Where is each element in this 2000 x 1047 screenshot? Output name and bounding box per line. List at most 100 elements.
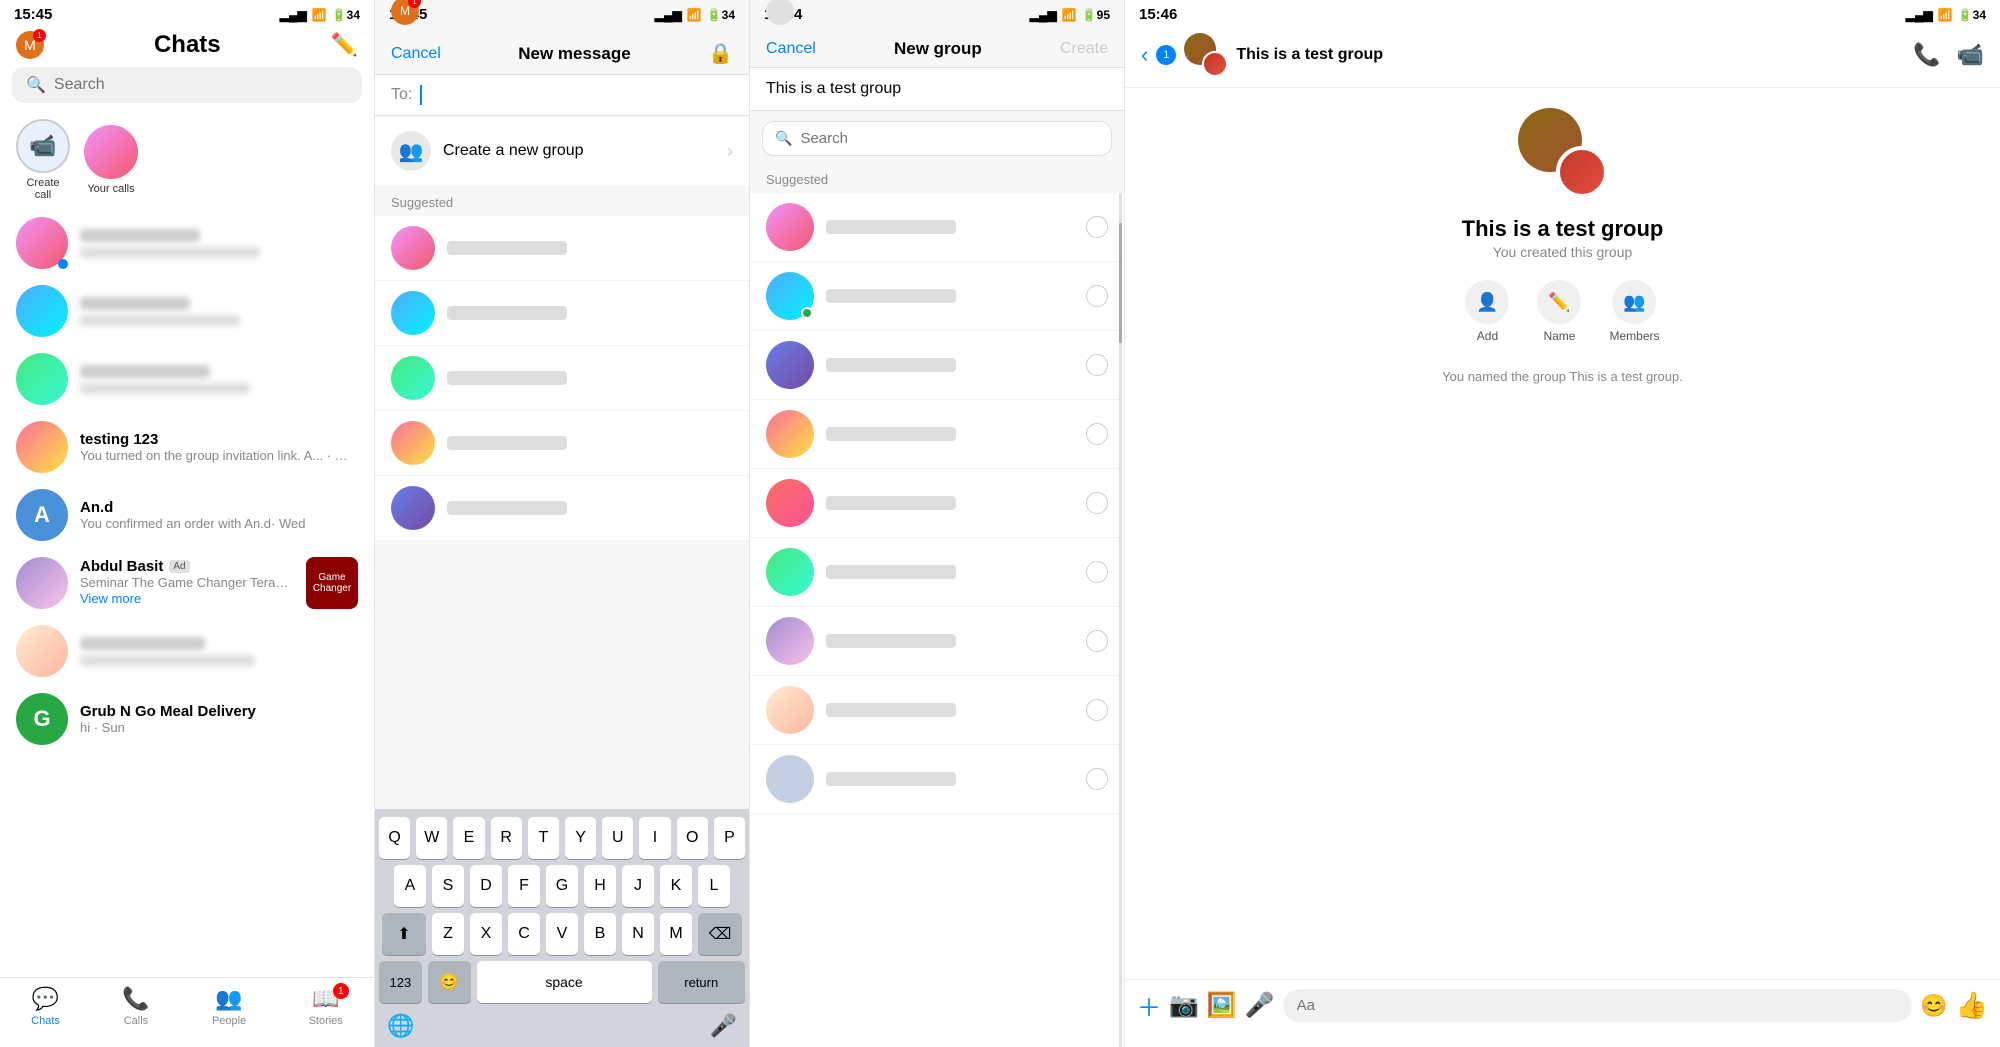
key-g[interactable]: G <box>546 865 578 907</box>
key-k[interactable]: K <box>660 865 692 907</box>
battery-icon-1: 🔋34 <box>332 8 360 22</box>
ng-radio-1[interactable] <box>1086 216 1108 238</box>
key-o[interactable]: O <box>677 817 708 859</box>
ng-radio-2[interactable] <box>1086 285 1108 307</box>
story-create-call[interactable]: 📹 Createcall <box>16 119 70 201</box>
story-your-calls[interactable]: Your calls <box>84 125 138 195</box>
ng-radio-6[interactable] <box>1086 561 1108 583</box>
key-f[interactable]: F <box>508 865 540 907</box>
ng-person-4[interactable] <box>750 400 1124 469</box>
key-t[interactable]: T <box>528 817 559 859</box>
ng-person-7[interactable] <box>750 607 1124 676</box>
like-icon[interactable]: 👍 <box>1956 990 1988 1021</box>
key-h[interactable]: H <box>584 865 616 907</box>
nm-person-1[interactable] <box>375 216 749 281</box>
ng-person-8[interactable] <box>750 676 1124 745</box>
nm-person-2[interactable] <box>375 281 749 346</box>
view-more-link[interactable]: View more <box>80 589 141 608</box>
key-n[interactable]: N <box>622 913 654 955</box>
key-delete[interactable]: ⌫ <box>698 913 742 955</box>
key-num[interactable]: 123 <box>379 961 422 1003</box>
ng-person-6[interactable] <box>750 538 1124 607</box>
ng-radio-5[interactable] <box>1086 492 1108 514</box>
key-i[interactable]: I <box>639 817 670 859</box>
ng-radio-8[interactable] <box>1086 699 1108 721</box>
user-avatar[interactable]: M 1 <box>16 31 44 59</box>
key-emoji[interactable]: 😊 <box>428 961 471 1003</box>
scrollbar-thumb[interactable] <box>1119 223 1122 343</box>
mic-icon[interactable]: 🎤 <box>1245 991 1275 1020</box>
key-p[interactable]: P <box>714 817 745 859</box>
key-c[interactable]: C <box>508 913 540 955</box>
nav-chats[interactable]: 💬 Chats <box>31 986 60 1027</box>
group-name-input[interactable] <box>766 80 1108 98</box>
key-r[interactable]: R <box>491 817 522 859</box>
chat-item-and[interactable]: A An.d You confirmed an order with An.d·… <box>0 481 374 549</box>
camera-icon[interactable]: 📷 <box>1169 991 1199 1020</box>
chat-item-7[interactable] <box>0 617 374 685</box>
nm-person-4[interactable] <box>375 411 749 476</box>
create-button-ng[interactable]: Create <box>1060 40 1108 58</box>
key-b[interactable]: B <box>584 913 616 955</box>
compose-icon[interactable]: ✏️ <box>331 32 358 58</box>
action-name[interactable]: ✏️ Name <box>1537 280 1581 343</box>
ng-person-1[interactable] <box>750 193 1124 262</box>
key-j[interactable]: J <box>622 865 654 907</box>
key-space[interactable]: space <box>477 961 652 1003</box>
ng-radio-3[interactable] <box>1086 354 1108 376</box>
ng-person-5[interactable] <box>750 469 1124 538</box>
nav-calls[interactable]: 📞 Calls <box>122 986 149 1027</box>
chat-item-3[interactable] <box>0 345 374 413</box>
chat-item-abdul[interactable]: Abdul Basit Ad Seminar The Game Changer … <box>0 549 374 617</box>
key-q[interactable]: Q <box>379 817 410 859</box>
nm-person-5[interactable] <box>375 476 749 541</box>
key-d[interactable]: D <box>470 865 502 907</box>
emoji-icon[interactable]: 😊 <box>1920 993 1947 1019</box>
globe-icon[interactable]: 🌐 <box>387 1013 414 1039</box>
ng-person-2[interactable] <box>750 262 1124 331</box>
key-z[interactable]: Z <box>432 913 464 955</box>
ng-radio-7[interactable] <box>1086 630 1108 652</box>
ng-search-bar[interactable]: 🔍 <box>762 121 1112 156</box>
ng-person-3[interactable] <box>750 331 1124 400</box>
nav-people[interactable]: 👥 People <box>212 986 246 1027</box>
nav-stories[interactable]: 📖 Stories 1 <box>309 986 343 1027</box>
search-bar[interactable]: 🔍 <box>12 67 362 103</box>
key-x[interactable]: X <box>470 913 502 955</box>
microphone-icon[interactable]: 🎤 <box>710 1013 737 1039</box>
ng-search-input[interactable] <box>800 130 1099 147</box>
chat-item-testing123[interactable]: testing 123 You turned on the group invi… <box>0 413 374 481</box>
ng-person-9[interactable] <box>750 745 1124 814</box>
chat-item-1[interactable] <box>0 209 374 277</box>
create-group-row[interactable]: 👥 Create a new group › <box>375 117 749 185</box>
key-shift[interactable]: ⬆ <box>382 913 426 955</box>
search-input[interactable] <box>54 76 348 94</box>
key-l[interactable]: L <box>698 865 730 907</box>
key-m[interactable]: M <box>660 913 692 955</box>
key-y[interactable]: Y <box>565 817 596 859</box>
ng-radio-9[interactable] <box>1086 768 1108 790</box>
cancel-button-nm[interactable]: Cancel <box>391 45 441 63</box>
action-add[interactable]: 👤 Add <box>1465 280 1509 343</box>
cancel-button-ng[interactable]: Cancel <box>766 40 816 58</box>
key-v[interactable]: V <box>546 913 578 955</box>
key-a[interactable]: A <box>394 865 426 907</box>
phone-icon[interactable]: 📞 <box>1913 42 1940 68</box>
video-icon[interactable]: 📹 <box>1957 42 1984 68</box>
photo-icon[interactable]: 🖼️ <box>1207 991 1237 1020</box>
message-input[interactable] <box>1283 989 1913 1022</box>
nm-person-3[interactable] <box>375 346 749 411</box>
back-button[interactable]: ‹ <box>1141 42 1148 68</box>
ng-radio-4[interactable] <box>1086 423 1108 445</box>
key-return[interactable]: return <box>658 961 745 1003</box>
key-w[interactable]: W <box>416 817 447 859</box>
chat-item-grubngo[interactable]: G Grub N Go Meal Delivery hi · Sun <box>0 685 374 753</box>
action-members[interactable]: 👥 Members <box>1609 280 1659 343</box>
chat-item-2[interactable] <box>0 277 374 345</box>
avatar-status-3 <box>766 0 1124 25</box>
key-e[interactable]: E <box>453 817 484 859</box>
key-s[interactable]: S <box>432 865 464 907</box>
key-u[interactable]: U <box>602 817 633 859</box>
panel-new-message: 15:45 ▂▄▆ 📶 🔋34 M 1 Cancel New message 🔒… <box>375 0 750 1047</box>
plus-icon[interactable]: ＋ <box>1137 988 1161 1023</box>
